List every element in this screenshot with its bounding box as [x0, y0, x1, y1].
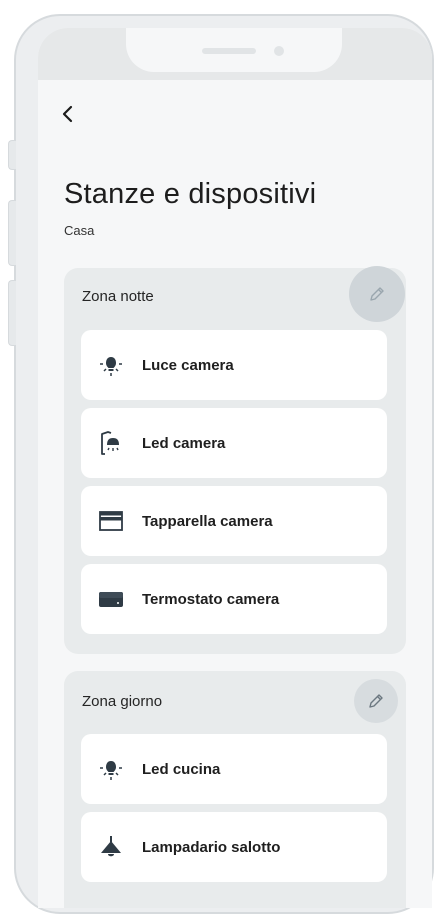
shutter-icon	[98, 508, 124, 534]
page-title: Stanze e dispositivi	[64, 178, 317, 210]
app-screen: Stanze e dispositivi Casa Zona notte Luc…	[38, 28, 432, 908]
pencil-icon	[369, 694, 383, 708]
device-label: Led cucina	[142, 760, 221, 778]
status-bar	[38, 28, 432, 80]
device-label: Lampadario salotto	[142, 838, 281, 856]
zone-title: Zona notte	[82, 288, 154, 305]
device-item-termostato-camera[interactable]: Termostato camera	[81, 564, 387, 634]
speaker-grille	[202, 48, 256, 54]
pencil-icon	[370, 287, 384, 301]
chandelier-icon	[98, 834, 124, 860]
device-label: Luce camera	[142, 356, 234, 374]
back-button[interactable]	[60, 98, 84, 128]
device-item-luce-camera[interactable]: Luce camera	[81, 330, 387, 400]
device-label: Termostato camera	[142, 590, 280, 608]
bulb-icon	[98, 352, 124, 378]
bulb-icon	[98, 756, 124, 782]
zone-card-giorno: Zona giorno Led cucina Lampadario salott…	[64, 671, 406, 908]
page-subtitle: Casa	[64, 223, 95, 238]
device-label: Led camera	[142, 434, 226, 452]
led-lamp-icon	[98, 430, 124, 456]
device-item-lampadario-salotto[interactable]: Lampadario salotto	[81, 812, 387, 882]
front-camera	[274, 46, 284, 56]
thermostat-icon	[98, 586, 124, 612]
zone-title: Zona giorno	[82, 693, 163, 710]
side-button-mute	[8, 140, 16, 170]
device-label: Tapparella camera	[142, 512, 273, 530]
edit-zone-button[interactable]	[354, 679, 398, 723]
side-button-volume-up	[8, 200, 16, 266]
zone-card-notte: Zona notte Luce camera Led camera Tappar…	[64, 266, 406, 654]
edit-zone-button[interactable]	[349, 266, 405, 322]
device-item-tapparella-camera[interactable]: Tapparella camera	[81, 486, 387, 556]
device-item-led-camera[interactable]: Led camera	[81, 408, 387, 478]
device-item-led-cucina[interactable]: Led cucina	[81, 734, 387, 804]
chevron-left-icon	[62, 105, 73, 123]
side-button-volume-down	[8, 280, 16, 346]
